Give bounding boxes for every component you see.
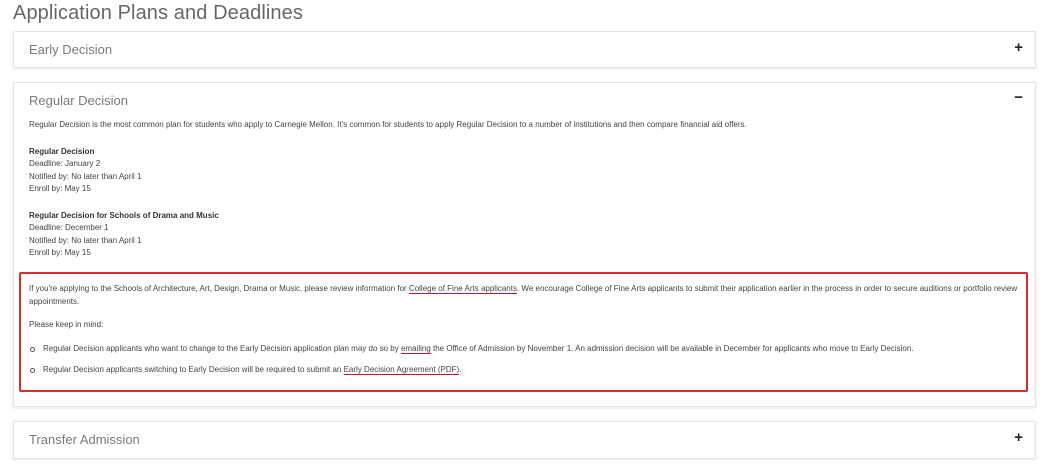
plan-name: Regular Decision (29, 146, 95, 156)
early-decision-agreement-link[interactable]: Early Decision Agreement (PDF) (343, 365, 460, 375)
reminder-list: Regular Decision applicants who want to … (29, 343, 1018, 377)
expand-plus-icon[interactable]: + (1014, 430, 1023, 446)
expand-plus-icon[interactable]: + (1014, 40, 1023, 56)
plan-notified: Notified by: No later than April 1 (29, 171, 142, 181)
bullet-circle-icon (30, 368, 35, 373)
page-title: Application Plans and Deadlines (13, 2, 303, 24)
bullet-text: Regular Decision applicants who want to … (43, 343, 401, 353)
bullet-text-end: . (459, 365, 462, 374)
accordion-header[interactable]: Transfer Admission + (14, 422, 1035, 458)
plan-notified: Notified by: No later than April 1 (29, 235, 142, 245)
list-item: Regular Decision applicants switching to… (30, 364, 1018, 377)
fine-arts-note: If you're applying to the Schools of Arc… (29, 283, 1018, 308)
fine-arts-note-text: If you're applying to the Schools of Arc… (29, 284, 409, 293)
collapse-minus-icon[interactable]: − (1014, 90, 1023, 106)
accordion-title[interactable]: Transfer Admission (29, 432, 140, 447)
plan-deadline: Deadline: January 2 (29, 159, 101, 168)
accordion-body: Regular Decision is the most common plan… (29, 119, 1025, 260)
highlighted-callout: If you're applying to the Schools of Arc… (19, 272, 1028, 392)
accordion-title[interactable]: Early Decision (29, 42, 112, 57)
list-item: Regular Decision applicants who want to … (30, 343, 1018, 356)
plan-deadline: Deadline: December 1 (29, 223, 109, 232)
accordion-early-decision[interactable]: Early Decision + (13, 31, 1036, 68)
bullet-circle-icon (30, 346, 35, 352)
plan-enroll: Enroll by: May 15 (29, 184, 91, 193)
accordion-header[interactable]: Regular Decision − (14, 83, 1035, 119)
accordion-header[interactable]: Early Decision + (14, 32, 1035, 68)
intro-text: Regular Decision is the most common plan… (29, 120, 747, 129)
accordion-transfer-admission[interactable]: Transfer Admission + (13, 421, 1036, 459)
fine-arts-applicants-link[interactable]: College of Fine Arts applicants (408, 284, 517, 294)
accordion-title[interactable]: Regular Decision (29, 93, 128, 108)
keep-in-mind-text: Please keep in mind: (29, 320, 104, 329)
plan-enroll: Enroll by: May 15 (29, 248, 91, 257)
emailing-link[interactable]: emailing (400, 343, 431, 354)
bullet-text-end: the Office of Admission by November 1. A… (430, 343, 914, 353)
plan-name: Regular Decision for Schools of Drama an… (29, 210, 219, 220)
bullet-text: Regular Decision applicants switching to… (43, 365, 344, 374)
